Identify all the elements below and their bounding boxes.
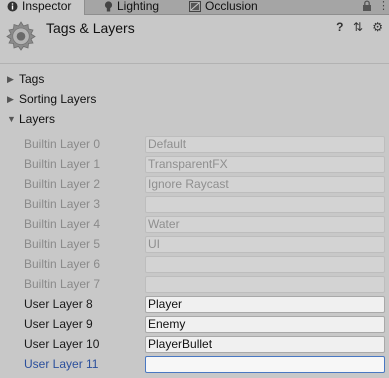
layer-row: Builtin Layer 4 <box>0 214 389 234</box>
lock-icon[interactable] <box>362 0 372 14</box>
layer-name-field <box>145 256 385 273</box>
layer-label: Builtin Layer 1 <box>24 157 101 171</box>
foldout-label: Layers <box>19 112 56 126</box>
header-actions: ? ⇅ ⚙ <box>330 20 383 34</box>
tab-lighting[interactable]: Lighting <box>101 0 181 14</box>
help-icon[interactable]: ? <box>336 20 343 34</box>
layer-name-field[interactable] <box>145 296 385 313</box>
layers-foldout[interactable]: ▼ Layers <box>0 109 389 129</box>
info-icon <box>7 1 18 15</box>
layer-name-field[interactable] <box>145 336 385 353</box>
expanded-arrow-icon: ▼ <box>7 114 16 124</box>
settings-icon[interactable]: ⚙ <box>372 20 383 34</box>
foldout-label: Sorting Layers <box>19 92 97 106</box>
settings-gear-icon <box>6 21 36 51</box>
layer-name-field <box>145 176 385 193</box>
tags-foldout[interactable]: ▶ Tags <box>0 69 389 89</box>
layer-name-field[interactable] <box>145 356 385 373</box>
layer-label: User Layer 8 <box>24 297 93 311</box>
layer-row: User Layer 8 <box>0 294 389 314</box>
tab-occlusion[interactable]: Occlusion <box>187 0 277 14</box>
layer-label: Builtin Layer 0 <box>24 137 101 151</box>
layer-row: Builtin Layer 2 <box>0 174 389 194</box>
layer-row: User Layer 9 <box>0 314 389 334</box>
layer-label: User Layer 9 <box>24 317 93 331</box>
layer-label: Builtin Layer 7 <box>24 277 101 291</box>
layer-row: Builtin Layer 6 <box>0 254 389 274</box>
sorting-layers-foldout[interactable]: ▶ Sorting Layers <box>0 89 389 109</box>
layer-label: Builtin Layer 4 <box>24 217 101 231</box>
layer-name-field[interactable] <box>145 316 385 333</box>
tab-menu-icon[interactable]: ⋮ <box>378 0 389 14</box>
layer-row: Builtin Layer 7 <box>0 274 389 294</box>
foldout-label: Tags <box>19 72 45 86</box>
layer-label: User Layer 11 <box>24 357 99 371</box>
bulb-icon <box>104 1 113 16</box>
layer-name-field <box>145 276 385 293</box>
tab-inspector[interactable]: Inspector <box>0 0 85 15</box>
header-divider <box>0 63 389 64</box>
layer-name-field <box>145 236 385 253</box>
page-title: Tags & Layers <box>46 20 135 36</box>
layer-row: Builtin Layer 0 <box>0 134 389 154</box>
layer-row: User Layer 11 <box>0 354 389 374</box>
collapsed-arrow-icon: ▶ <box>7 94 14 104</box>
layer-name-field <box>145 216 385 233</box>
layer-label: Builtin Layer 6 <box>24 257 101 271</box>
preset-icon[interactable]: ⇅ <box>353 20 363 34</box>
layer-name-field <box>145 136 385 153</box>
layer-name-field <box>145 156 385 173</box>
collapsed-arrow-icon: ▶ <box>7 74 14 84</box>
layer-row: User Layer 10 <box>0 334 389 354</box>
layer-label: Builtin Layer 3 <box>24 197 101 211</box>
tab-bar: Inspector Lighting Occlusion ⋮ <box>0 0 389 15</box>
layer-row: Builtin Layer 3 <box>0 194 389 214</box>
tab-label: Inspector <box>22 0 72 13</box>
layer-row: Builtin Layer 5 <box>0 234 389 254</box>
layer-label: Builtin Layer 2 <box>24 177 101 191</box>
layer-row: Builtin Layer 1 <box>0 154 389 174</box>
tab-label: Occlusion <box>205 0 258 13</box>
layer-name-field <box>145 196 385 213</box>
layer-label: Builtin Layer 5 <box>24 237 101 251</box>
tab-label: Lighting <box>117 0 160 13</box>
layer-label: User Layer 10 <box>24 337 100 351</box>
occlusion-icon <box>189 1 201 15</box>
